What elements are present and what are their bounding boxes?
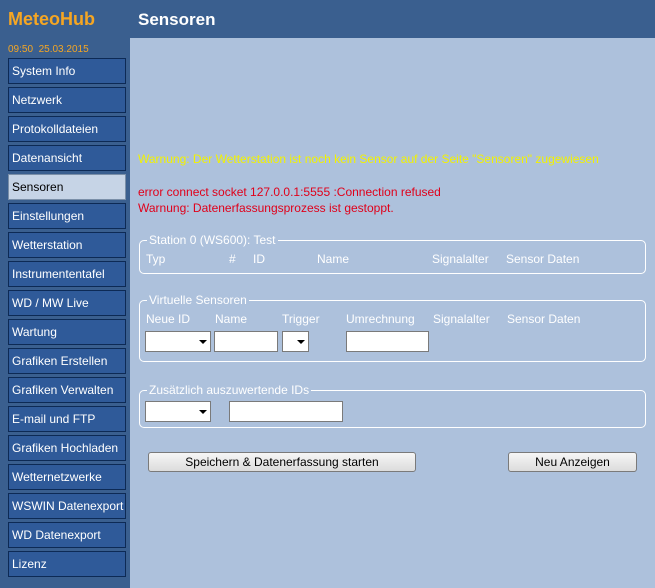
brand-logo: MeteoHub (8, 9, 95, 29)
column-header-name: Name (215, 312, 248, 326)
column-header-name: Name (317, 252, 350, 266)
stopped-warning-message: Warnung: Datenerfassungsprozess ist gest… (138, 201, 394, 215)
column-header-trigger: Trigger (282, 312, 320, 326)
header-bar: Sensoren (130, 0, 655, 38)
extra-ids-legend: Zusätzlich auszuwertende IDs (147, 383, 312, 397)
sidebar-item-wartung[interactable]: Wartung (8, 319, 126, 345)
column-header-sensor-daten: Sensor Daten (506, 252, 580, 266)
sidebar-item-grafiken-erstellen[interactable]: Grafiken Erstellen (8, 348, 126, 374)
extra-ids-panel: Zusätzlich auszuwertende IDs (139, 383, 646, 428)
column-header-sensor-daten: Sensor Daten (507, 312, 581, 326)
column-header-signalalter: Signalalter (432, 252, 489, 266)
column-header-number: # (229, 252, 236, 266)
sidebar-item-instrumententafel[interactable]: Instrumententafel (8, 261, 126, 287)
main-content: Warnung: Der Wetterstation ist noch kein… (130, 38, 655, 588)
sidebar-item-system-info[interactable]: System Info (8, 58, 126, 84)
umrechnung-input[interactable] (346, 331, 429, 352)
sidebar-item-wetternetzwerke[interactable]: Wetternetzwerke (8, 464, 126, 490)
page-title: Sensoren (138, 10, 216, 29)
sidebar-item-wd-datenexport[interactable]: WD Datenexport (8, 522, 126, 548)
sidebar-item-grafiken-verwalten[interactable]: Grafiken Verwalten (8, 377, 126, 403)
sidebar: MeteoHub 09:50 25.03.2015 System Info Ne… (0, 0, 130, 588)
sidebar-item-protokolldateien[interactable]: Protokolldateien (8, 116, 126, 142)
warning-message: Warnung: Der Wetterstation ist noch kein… (138, 152, 599, 166)
column-header-id: ID (253, 252, 265, 266)
virtual-sensors-legend: Virtuelle Sensoren (147, 293, 249, 307)
sidebar-item-sensoren[interactable]: Sensoren (8, 174, 126, 200)
extra-id-input[interactable] (229, 401, 343, 422)
column-header-umrechnung: Umrechnung (346, 312, 415, 326)
error-message: error connect socket 127.0.0.1:5555 :Con… (138, 185, 441, 199)
sidebar-item-email-ftp[interactable]: E-mail und FTP (8, 406, 126, 432)
column-header-signalalter: Signalalter (433, 312, 490, 326)
station-panel-legend: Station 0 (WS600): Test (147, 233, 278, 247)
column-header-neue-id: Neue ID (146, 312, 191, 326)
sidebar-item-wetterstation[interactable]: Wetterstation (8, 232, 126, 258)
station-panel: Station 0 (WS600): Test Typ # ID Name Si… (139, 233, 646, 274)
chevron-down-icon (297, 340, 305, 344)
chevron-down-icon (199, 410, 207, 414)
refresh-button[interactable]: Neu Anzeigen (508, 452, 637, 472)
trigger-select[interactable] (282, 331, 309, 352)
chevron-down-icon (199, 340, 207, 344)
column-header-typ: Typ (146, 252, 166, 266)
virtual-sensors-panel: Virtuelle Sensoren Neue ID Name Trigger … (139, 293, 646, 362)
virtual-name-input[interactable] (214, 331, 278, 352)
sidebar-item-datenansicht[interactable]: Datenansicht (8, 145, 126, 171)
new-id-select[interactable] (145, 331, 211, 352)
datetime-label: 09:50 25.03.2015 (8, 44, 89, 55)
save-start-button[interactable]: Speichern & Datenerfassung starten (148, 452, 416, 472)
sidebar-item-wswin-datenexport[interactable]: WSWIN Datenexport (8, 493, 126, 519)
sidebar-item-einstellungen[interactable]: Einstellungen (8, 203, 126, 229)
sidebar-item-lizenz[interactable]: Lizenz (8, 551, 126, 577)
extra-id-select[interactable] (145, 401, 211, 422)
sidebar-item-netzwerk[interactable]: Netzwerk (8, 87, 126, 113)
sidebar-item-grafiken-hochladen[interactable]: Grafiken Hochladen (8, 435, 126, 461)
sidebar-item-wd-mw-live[interactable]: WD / MW Live (8, 290, 126, 316)
